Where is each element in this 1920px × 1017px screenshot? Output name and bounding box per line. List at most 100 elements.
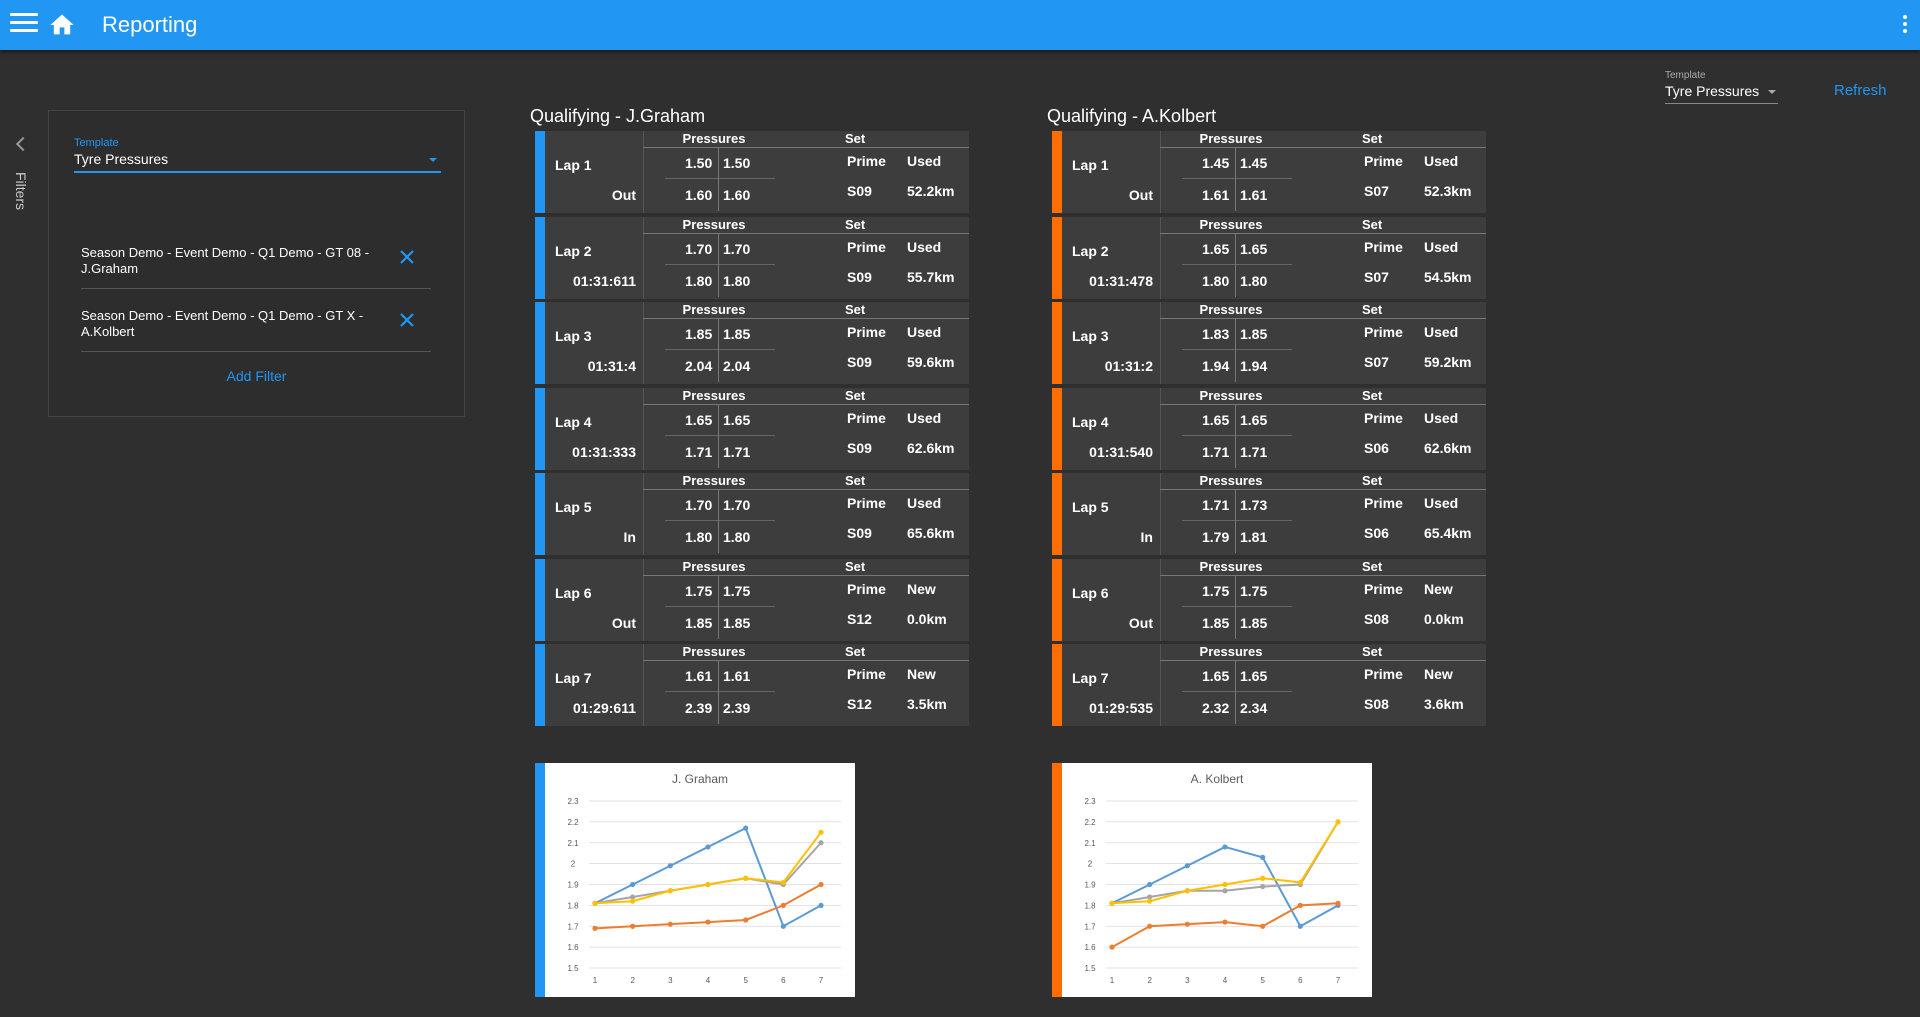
- tyre-condition: Used: [1424, 238, 1459, 255]
- series-point: [1147, 898, 1153, 904]
- divider: [718, 489, 719, 553]
- divider: [665, 691, 775, 692]
- pressure-front-right: 1.50: [723, 155, 751, 171]
- divider: [665, 349, 775, 350]
- divider: [1182, 178, 1292, 179]
- pressures-header: Pressures: [1199, 216, 1263, 232]
- lap-row: Pressures Set Lap 2 01:31:478 1.65 1.65 1.80 1.…: [1052, 216, 1486, 299]
- y-tick-label: 2: [571, 860, 576, 869]
- lap-time: 01:31:611: [572, 272, 636, 289]
- remove-filter-icon[interactable]: [399, 249, 415, 265]
- template-select[interactable]: Template Tyre Pressures: [1665, 70, 1778, 104]
- lap-number: Lap 1: [1072, 157, 1109, 173]
- divider: [643, 644, 644, 726]
- more-options-icon[interactable]: [1902, 15, 1908, 35]
- divider: [643, 574, 969, 576]
- y-tick-label: 1.6: [1084, 943, 1096, 952]
- lap-time: Out: [1128, 614, 1153, 631]
- add-filter-button[interactable]: Add Filter: [49, 368, 464, 384]
- x-tick-label: 2: [1147, 976, 1152, 985]
- hamburger-menu-icon[interactable]: [10, 13, 38, 37]
- divider: [1182, 349, 1292, 350]
- series-point: [1260, 875, 1266, 881]
- x-tick-label: 4: [1223, 976, 1228, 985]
- divider: [1182, 605, 1292, 607]
- x-tick-label: 6: [1298, 976, 1303, 985]
- app-bar: Reporting: [0, 0, 1920, 50]
- pressure-front-left: 1.83: [1202, 326, 1230, 342]
- pressures-header: Pressures: [682, 302, 746, 317]
- pressures-header: Pressures: [682, 131, 746, 146]
- filters-toggle[interactable]: Filters: [12, 135, 36, 225]
- divider: [1182, 434, 1292, 436]
- series-point: [818, 902, 824, 908]
- driver-color-bar: [535, 216, 545, 299]
- lap-number: Lap 7: [555, 670, 592, 686]
- series-point: [705, 881, 711, 888]
- tyre-distance: 62.6km: [907, 439, 955, 456]
- series-point: [818, 840, 824, 846]
- series-point: [1147, 923, 1153, 929]
- set-header: Set: [1362, 644, 1383, 659]
- divider: [1160, 147, 1486, 148]
- set-header: Set: [1362, 387, 1383, 403]
- lap-time: In: [623, 529, 636, 545]
- series-point: [667, 863, 673, 869]
- set-header: Set: [1362, 473, 1383, 488]
- tyre-set-id: S12: [847, 696, 872, 712]
- divider: [1182, 263, 1292, 265]
- panel-template-label: Template: [74, 137, 119, 149]
- filter-panel: Template Tyre Pressures Season Demo - Ev…: [48, 110, 465, 417]
- divider: [665, 263, 775, 265]
- series-point: [1109, 900, 1115, 906]
- page-title: Reporting: [102, 12, 198, 37]
- series-point: [780, 879, 786, 886]
- x-tick-label: 7: [819, 976, 824, 985]
- remove-filter-icon[interactable]: [399, 312, 415, 328]
- pressure-front-left: 1.70: [685, 240, 713, 257]
- driver-color-bar: [535, 558, 545, 641]
- divider: [643, 147, 969, 148]
- pressure-front-left: 1.61: [685, 668, 713, 684]
- lap-number: Lap 6: [1072, 584, 1109, 601]
- refresh-button[interactable]: Refresh: [1834, 82, 1887, 99]
- home-icon[interactable]: [48, 11, 76, 39]
- divider: [1160, 558, 1161, 641]
- lap-row: Pressures Set Lap 1 Out 1.45 1.45 1.61 1.61 Prim…: [1052, 131, 1486, 213]
- divider: [665, 605, 775, 607]
- series-point: [705, 919, 711, 925]
- pressure-front-right: 1.85: [1240, 326, 1268, 342]
- pressure-rear-right: 1.71: [1240, 443, 1268, 460]
- pressure-front-left: 1.75: [685, 582, 713, 599]
- pressure-rear-left: 1.85: [1202, 614, 1230, 631]
- tyre-set-id: S06: [1364, 439, 1389, 456]
- lap-row: Pressures Set Lap 5 In 1.71 1.73 1.79 1.81 Prime…: [1052, 473, 1486, 555]
- panel-template-select[interactable]: Template Tyre Pressures: [74, 137, 441, 173]
- caret-down-icon: [1768, 90, 1776, 94]
- driver-color-bar: [535, 763, 545, 997]
- divider: [1235, 318, 1236, 382]
- y-tick-label: 1.9: [1084, 881, 1096, 890]
- series-point: [667, 921, 673, 927]
- filter-item-text: Season Demo - Event Demo - Q1 Demo - GT …: [81, 308, 364, 339]
- pressure-rear-right: 1.81: [1240, 529, 1268, 545]
- chevron-left-icon[interactable]: [15, 136, 31, 152]
- lap-time: 01:31:333: [572, 443, 636, 460]
- chart-title: J. Graham: [672, 772, 728, 786]
- tyre-distance: 59.2km: [1424, 354, 1472, 370]
- pressures-header: Pressures: [682, 387, 746, 403]
- series-point: [592, 925, 598, 931]
- pressure-rear-right: 1.80: [723, 529, 751, 545]
- tyre-set-id: S09: [847, 354, 872, 370]
- divider: [1160, 644, 1161, 726]
- driver-color-bar: [1052, 558, 1062, 641]
- divider: [718, 232, 719, 297]
- tyre-compound: Prime: [1364, 666, 1403, 682]
- divider: [643, 489, 969, 490]
- pressures-header: Pressures: [1199, 131, 1263, 146]
- tyre-set-id: S07: [1364, 268, 1389, 285]
- x-tick-label: 3: [668, 976, 673, 985]
- pressure-front-right: 1.73: [1240, 497, 1268, 513]
- series-point: [1297, 923, 1303, 929]
- tyre-set-id: S06: [1364, 525, 1389, 541]
